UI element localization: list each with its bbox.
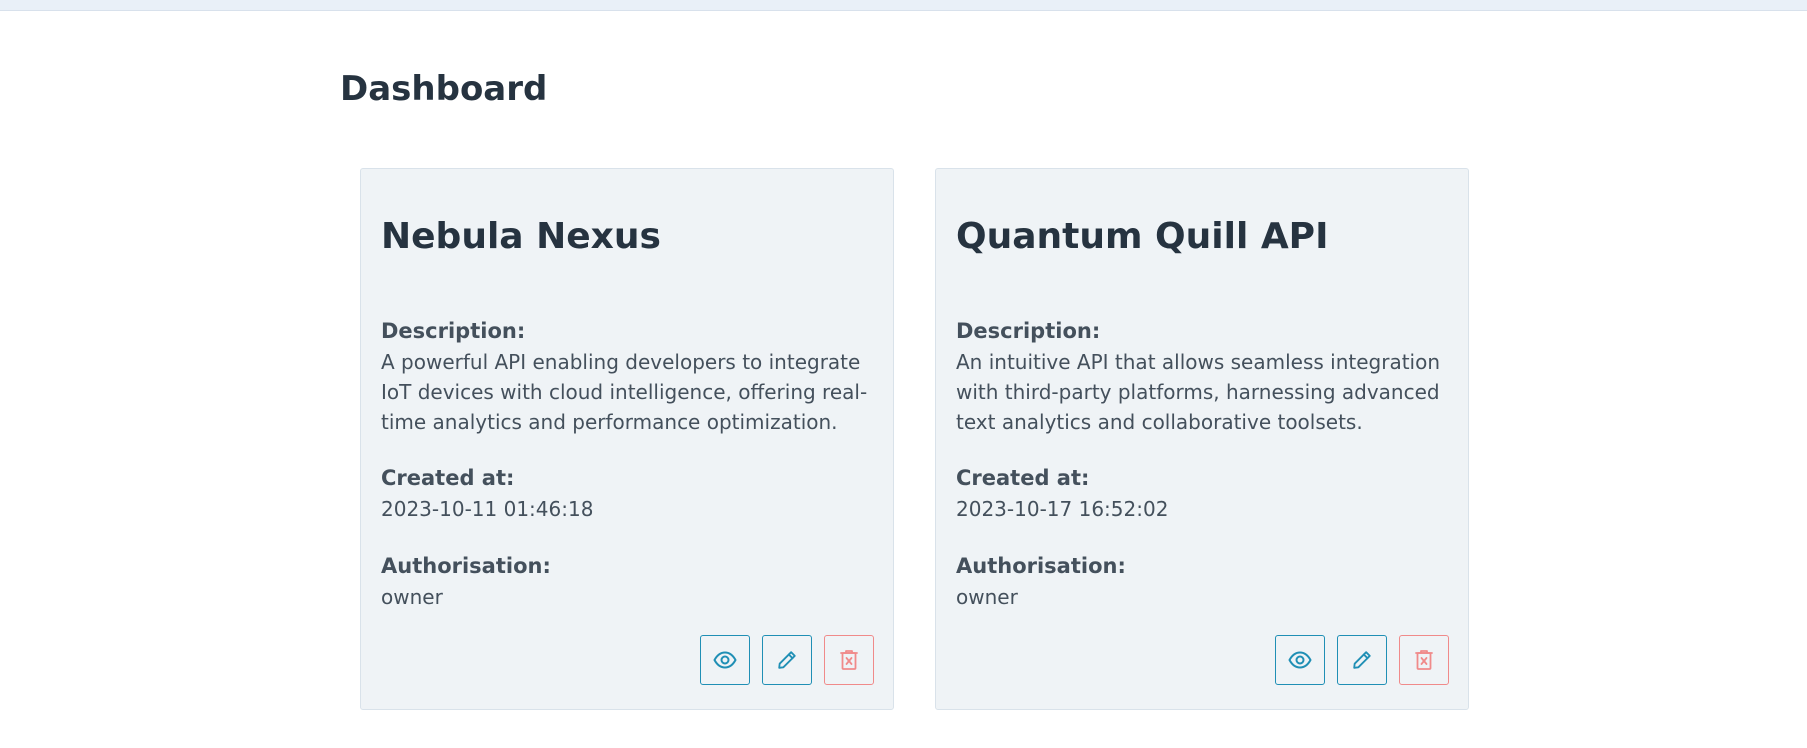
- authorisation-value: owner: [381, 585, 443, 609]
- eye-icon: [1288, 648, 1312, 672]
- authorisation-label: Authorisation:: [956, 554, 1126, 578]
- eye-icon: [713, 648, 737, 672]
- card-title: Nebula Nexus: [381, 216, 661, 257]
- delete-button[interactable]: [1399, 635, 1449, 685]
- description-label: Description:: [956, 319, 1101, 343]
- top-navigation-bar: [0, 0, 1807, 11]
- view-button[interactable]: [1275, 635, 1325, 685]
- created-at-label: Created at:: [381, 466, 515, 490]
- view-button[interactable]: [700, 635, 750, 685]
- pencil-icon: [1351, 649, 1373, 671]
- pencil-icon: [776, 649, 798, 671]
- trash-icon: [1414, 649, 1434, 671]
- description-text: A powerful API enabling developers to in…: [381, 350, 868, 434]
- authorisation-value: owner: [956, 585, 1018, 609]
- authorisation-label: Authorisation:: [381, 554, 551, 578]
- page-title: Dashboard: [340, 69, 548, 109]
- created-at-value: 2023-10-11 01:46:18: [381, 497, 594, 521]
- trash-icon: [839, 649, 859, 671]
- description-text: An intuitive API that allows seamless in…: [956, 350, 1441, 434]
- created-at-label: Created at:: [956, 466, 1090, 490]
- card-title: Quantum Quill API: [956, 216, 1329, 257]
- description-label: Description:: [381, 319, 526, 343]
- api-card: Quantum Quill API Description: An intuit…: [935, 168, 1469, 710]
- delete-button[interactable]: [824, 635, 874, 685]
- edit-button[interactable]: [762, 635, 812, 685]
- api-card: Nebula Nexus Description: A powerful API…: [360, 168, 894, 710]
- created-at-value: 2023-10-17 16:52:02: [956, 497, 1169, 521]
- edit-button[interactable]: [1337, 635, 1387, 685]
